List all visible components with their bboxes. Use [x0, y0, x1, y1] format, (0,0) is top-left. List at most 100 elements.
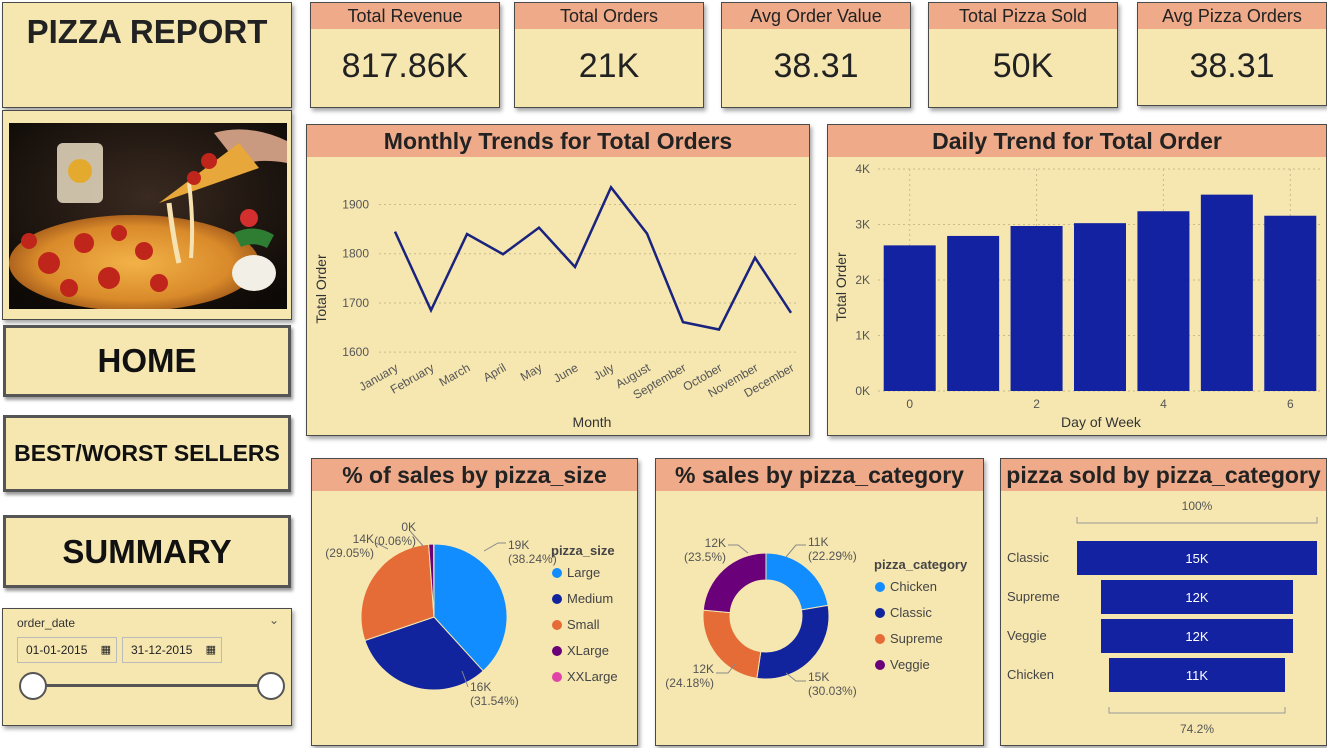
- legend-marker: [552, 568, 562, 578]
- funnel-value-label: 15K: [1185, 551, 1208, 566]
- donut-chart-svg: 11K(22.29%)15K(30.03%)12K(24.18%)12K(23.…: [665, 535, 968, 698]
- bar: [1264, 215, 1317, 391]
- funnel-chart-svg: 100% 15K Classic 12K Supreme 12K Veggie 11K Chic…: [1007, 499, 1318, 736]
- legend-marker: [552, 646, 562, 656]
- kpi-label: Total Orders: [515, 3, 703, 29]
- bar: [1137, 211, 1190, 391]
- y-axis-title: Total Order: [313, 254, 329, 324]
- y-tick-label: 1800: [342, 247, 369, 261]
- top-percentage: 100%: [1182, 499, 1213, 513]
- funnel-category-label: Classic: [1007, 550, 1049, 565]
- data-label-pct: (22.29%): [808, 549, 857, 563]
- y-tick-label: 2K: [855, 273, 870, 287]
- pizza-image-card: [2, 110, 292, 320]
- x-tick-label: 0: [906, 397, 913, 411]
- chart-title: Monthly Trends for Total Orders: [307, 125, 809, 157]
- end-date-input[interactable]: 31-12-2015 ▦: [122, 637, 222, 663]
- funnel-value-label: 11K: [1186, 668, 1208, 683]
- legend-item: XLarge: [567, 643, 609, 658]
- kpi-value: 50K: [992, 47, 1054, 85]
- data-label: 14K: [353, 532, 374, 546]
- chart-title: % of sales by pizza_size: [312, 459, 637, 491]
- slider-end-handle[interactable]: [257, 672, 285, 700]
- x-axis-title: Day of Week: [1061, 414, 1142, 430]
- y-tick-label: 4K: [855, 162, 870, 176]
- data-label-pct: (24.18%): [665, 676, 714, 690]
- pizza-sold-by-category-chart: pizza sold by pizza_category 100% 15K Clas…: [1000, 458, 1327, 746]
- kpi-value: 817.86K: [341, 47, 469, 85]
- leader-line: [483, 542, 506, 552]
- y-tick-label: 3K: [855, 218, 870, 232]
- kpi-total-revenue: Total Revenue 817.86K: [310, 2, 500, 108]
- kpi-label: Avg Pizza Orders: [1138, 3, 1326, 29]
- bottom-bracket: [1108, 707, 1286, 714]
- kpi-value: 38.31: [773, 47, 859, 85]
- y-tick-label: 1700: [342, 296, 369, 310]
- legend-marker: [552, 594, 562, 604]
- bar: [1200, 194, 1253, 391]
- sales-by-size-chart: % of sales by pizza_size 19K (38.24%) 16K(…: [311, 458, 638, 746]
- summary-button[interactable]: SUMMARY: [3, 515, 291, 588]
- data-label-pct: (38.24%): [508, 552, 557, 566]
- data-label: 12K: [705, 536, 726, 550]
- y-axis-title: Total Order: [833, 252, 849, 322]
- slider-track[interactable]: [33, 684, 271, 687]
- legend-marker: [875, 608, 885, 618]
- daily-trend-chart: Daily Trend for Total Order 0K 1K 2K 3K 4K 0 2…: [827, 124, 1327, 436]
- bar-chart-svg: 0K 1K 2K 3K 4K 0 2 4 6 Day of Week Total Order: [833, 162, 1322, 430]
- top-bracket: [1076, 517, 1318, 524]
- data-label: 11K: [808, 535, 828, 549]
- legend-item: Large: [567, 565, 600, 580]
- legend-title: pizza_category: [874, 557, 968, 572]
- legend-item: Veggie: [890, 657, 930, 672]
- pizza-image: [9, 123, 287, 309]
- home-button[interactable]: HOME: [3, 325, 291, 397]
- legend-marker: [875, 634, 885, 644]
- x-tick-label: June: [551, 360, 581, 385]
- data-label-pct: (30.03%): [808, 684, 857, 698]
- pie-slice: [756, 604, 830, 680]
- bottom-percentage: 74.2%: [1180, 722, 1214, 736]
- best-worst-sellers-button[interactable]: BEST/WORST SELLERS: [3, 415, 291, 492]
- bar: [1073, 223, 1127, 391]
- y-tick-label: 1900: [342, 198, 369, 212]
- kpi-total-orders: Total Orders 21K: [514, 2, 704, 108]
- legend-item: Supreme: [890, 631, 943, 646]
- x-tick-label: 4: [1160, 397, 1167, 411]
- slider-start-handle[interactable]: [19, 672, 47, 700]
- funnel-category-label: Veggie: [1007, 628, 1047, 643]
- kpi-value: 38.31: [1189, 47, 1275, 85]
- legend-item: Chicken: [890, 579, 937, 594]
- chart-title: pizza sold by pizza_category: [1001, 459, 1326, 491]
- kpi-avg-pizza-orders: Avg Pizza Orders 38.31: [1137, 2, 1327, 106]
- chart-title: Daily Trend for Total Order: [828, 125, 1326, 157]
- funnel-value-label: 12K: [1185, 629, 1208, 644]
- kpi-label: Avg Order Value: [722, 3, 910, 29]
- start-date-input[interactable]: 01-01-2015 ▦: [17, 637, 117, 663]
- end-date-value: 31-12-2015: [131, 643, 193, 657]
- kpi-avg-order-value: Avg Order Value 38.31: [721, 2, 911, 108]
- y-tick-label: 0K: [855, 384, 870, 398]
- data-label: 19K: [508, 538, 529, 552]
- legend-marker: [875, 660, 885, 670]
- date-slicer: order_date ⌄ 01-01-2015 ▦ 31-12-2015 ▦: [2, 608, 292, 726]
- data-label: 0K: [401, 520, 416, 534]
- bar: [1010, 225, 1063, 391]
- kpi-value: 21K: [578, 47, 640, 85]
- calendar-icon[interactable]: ▦: [101, 638, 111, 662]
- chevron-down-icon[interactable]: ⌄: [269, 613, 279, 627]
- x-tick-label: 2: [1033, 397, 1040, 411]
- calendar-icon[interactable]: ▦: [206, 638, 216, 662]
- bar: [947, 235, 1000, 391]
- data-label: 16K: [470, 680, 491, 694]
- data-label-pct: (31.54%): [470, 694, 519, 708]
- bar: [883, 245, 936, 391]
- monthly-trends-chart: Monthly Trends for Total Orders 1600 1700…: [306, 124, 810, 436]
- kpi-label: Total Pizza Sold: [929, 3, 1117, 29]
- chart-title: % sales by pizza_category: [656, 459, 983, 491]
- pie-chart-svg: 19K(38.24%) 16K(31.54%) 14K(29.05%) 0K(0.06…: [325, 520, 617, 708]
- legend-item: Small: [567, 617, 600, 632]
- report-title: PIZZA REPORT: [26, 13, 268, 50]
- leader-line: [728, 544, 749, 554]
- start-date-value: 01-01-2015: [26, 643, 88, 657]
